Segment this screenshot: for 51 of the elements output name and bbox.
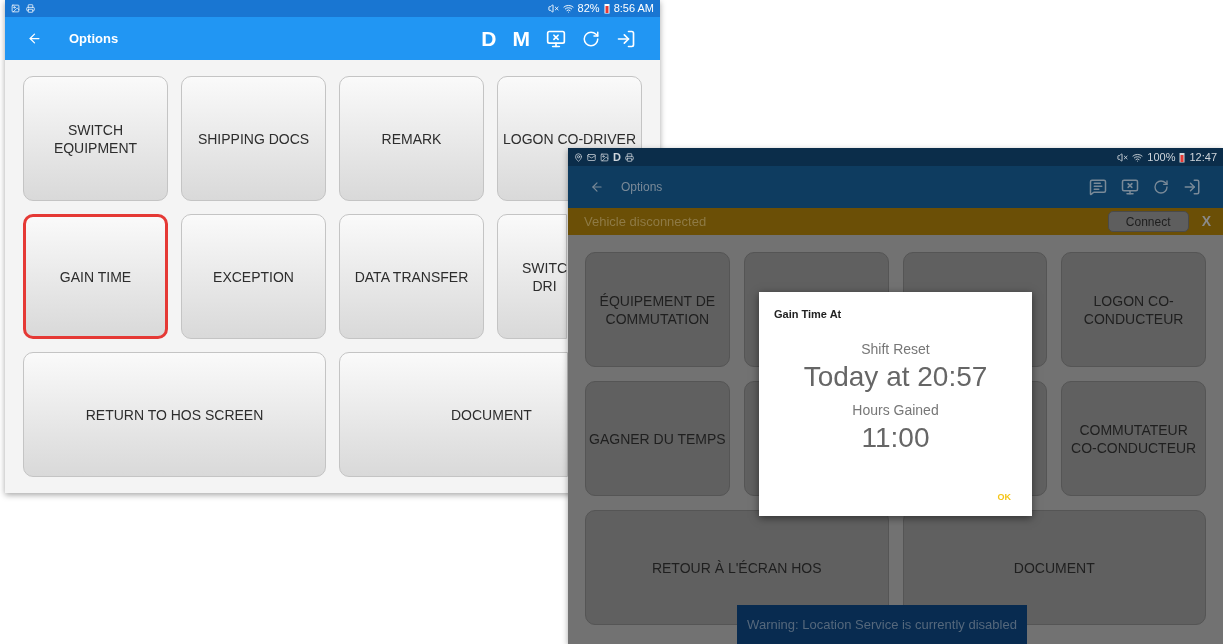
- clock-time: 8:56 AM: [613, 1, 654, 17]
- hours-gained-value: 11:00: [861, 420, 930, 455]
- shift-reset-value: Today at 20:57: [803, 359, 988, 394]
- toolbar-title: Options: [69, 29, 119, 48]
- dialog-title: Gain Time At: [774, 307, 843, 322]
- battery-icon: [603, 3, 610, 14]
- battery-percent: 82%: [577, 1, 600, 17]
- option-button[interactable]: LOGON CO- CONDUCTEUR: [1061, 252, 1206, 367]
- battery-percent: 100%: [1147, 149, 1176, 165]
- mute-icon: [547, 3, 559, 14]
- refresh-icon[interactable]: [1153, 179, 1169, 195]
- printer-icon: [624, 152, 634, 162]
- option-button[interactable]: SWITC DRI: [497, 214, 567, 339]
- wifi-icon: [1132, 151, 1144, 163]
- option-button[interactable]: EXCEPTION: [181, 214, 326, 339]
- letter-button[interactable]: D: [481, 28, 497, 49]
- ok-button[interactable]: OK: [997, 490, 1011, 504]
- battery-icon: [1179, 151, 1186, 163]
- hours-gained-label: Hours Gained: [852, 400, 939, 420]
- login-icon[interactable]: [616, 28, 636, 49]
- banner-message: Vehicle disconnected: [584, 212, 707, 231]
- login-icon[interactable]: [1183, 178, 1201, 196]
- close-button[interactable]: X: [1201, 211, 1211, 232]
- letter-button[interactable]: M: [512, 28, 530, 49]
- back-arrow-icon[interactable]: [590, 180, 604, 194]
- back-arrow-icon[interactable]: [27, 31, 42, 46]
- printer-icon: [26, 4, 35, 13]
- connect-button[interactable]: Connect: [1107, 211, 1189, 232]
- option-button[interactable]: REMARK: [339, 76, 484, 201]
- message-icon[interactable]: [1089, 178, 1107, 196]
- location-pin-icon: [574, 152, 583, 162]
- image-icon: [600, 152, 609, 162]
- monitor-x-icon[interactable]: [546, 28, 566, 49]
- option-button[interactable]: DOCUMENT: [339, 352, 568, 477]
- wifi-icon: [562, 3, 574, 14]
- mail-icon: [587, 152, 596, 162]
- option-button[interactable]: COMMUTATEUR CO-CONDUCTEUR: [1061, 381, 1206, 496]
- option-button[interactable]: DATA TRANSFER: [339, 214, 484, 339]
- status-indicator: D: [613, 149, 621, 165]
- option-button[interactable]: RETURN TO HOS SCREEN: [23, 352, 326, 477]
- mute-icon: [1117, 151, 1129, 163]
- image-icon: [11, 4, 20, 13]
- monitor-x-icon[interactable]: [1121, 178, 1139, 196]
- option-button[interactable]: SWITCH EQUIPMENT: [23, 76, 168, 201]
- clock-time: 12:47: [1189, 149, 1217, 165]
- option-button[interactable]: ÉQUIPEMENT DE COMMUTATION: [585, 252, 730, 367]
- option-button[interactable]: GAGNER DU TEMPS: [585, 381, 730, 496]
- shift-reset-label: Shift Reset: [861, 339, 930, 359]
- option-button[interactable]: GAIN TIME: [23, 214, 168, 339]
- refresh-icon[interactable]: [582, 29, 600, 48]
- option-button[interactable]: SHIPPING DOCS: [181, 76, 326, 201]
